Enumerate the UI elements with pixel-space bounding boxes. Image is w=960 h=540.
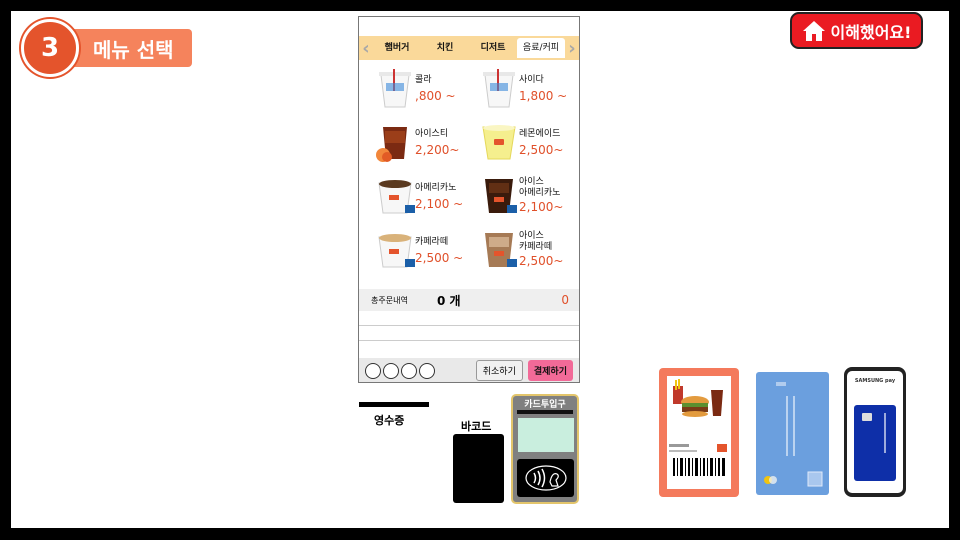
item-price: 2,500~ [519,143,564,157]
tab-dessert[interactable]: 디저트 [469,38,517,58]
receipt-label: 영수증 [374,414,405,427]
item-name: 아이스 아메리카노 [519,177,561,198]
barcode-reader[interactable] [453,434,504,503]
smartphone[interactable]: SAMSUNG pay [844,367,906,497]
order-label: 총주문내역 [371,295,408,305]
iced-cafe-latte-cup-icon [485,233,517,267]
receipt-slot [359,402,429,407]
step-label: 메뉴 선택 [73,29,192,67]
tab-prev-arrow-icon[interactable]: ‹ [359,38,373,59]
menu-item-iced-americano[interactable]: 아이스 아메리카노 2,100~ [471,173,575,223]
tab-drinks-coffee[interactable]: 음료/커피 [517,38,565,58]
understood-label: 이해했어요! [830,22,912,42]
item-name: 아이스티 [415,129,449,139]
page-dot [401,362,417,379]
cola-cup-icon [379,69,411,108]
menu-item-americano[interactable]: 아메리카노 2,100 ~ [367,173,471,223]
order-list [359,325,579,341]
coupon-inner [667,376,731,489]
menu-item-lemonade[interactable]: 레몬에이드 2,500~ [471,119,575,169]
step-badge: 3 메뉴 선택 [21,19,192,77]
tab-next-arrow-icon[interactable]: › [565,38,579,59]
card-slot-label: 카드투입구 [524,400,566,410]
kiosk-screen: ‹ 햄버거 치킨 디저트 음료/커피 › 콜라 ,800 ~ 사이다 1,800… [358,16,580,383]
page-indicator [365,362,435,379]
home-icon [802,20,825,41]
item-price: 2,500~ [519,254,564,268]
cancel-button[interactable]: 취소하기 [475,360,523,381]
item-price: 2,200~ [415,143,460,157]
item-name: 사이다 [519,75,544,85]
phone-screen: SAMSUNG pay [847,371,903,493]
page-dot [419,362,435,379]
nfc-pad[interactable] [517,459,574,497]
kiosk-bottom-bar: 취소하기 결제하기 [359,358,579,382]
item-name: 아이스 카페라떼 [519,231,553,252]
order-total: 0 [561,293,569,307]
card-insert-slot[interactable] [517,410,573,414]
item-name: 콜라 [415,75,432,85]
tab-burger[interactable]: 햄버거 [373,38,421,58]
menu-item-iced-tea[interactable]: 아이스티 2,200~ [367,119,471,169]
lemonade-cup-icon [482,125,516,160]
page-dot [383,362,399,379]
credit-card[interactable] [756,372,829,495]
category-tabs: ‹ 햄버거 치킨 디저트 음료/커피 › [359,36,579,60]
item-name: 아메리카노 [415,183,457,193]
menu-item-cider[interactable]: 사이다 1,800 ~ [471,65,575,115]
contactless-icon [524,465,567,491]
menu-item-cafe-latte[interactable]: 카페라떼 2,500 ~ [367,227,471,277]
understood-button[interactable]: 이해했어요! [790,12,923,49]
barcode-label: 바코드 [461,420,492,433]
order-summary-bar: 총주문내역 0 개 0 [359,289,579,311]
item-price: ,800 ~ [415,89,456,103]
credit-card-details-icon [764,382,823,487]
iced-americano-cup-icon [485,179,517,213]
cider-cup-icon [483,69,515,108]
phone-pay-card [854,405,896,481]
page-dot [365,362,381,379]
menu-item-cola[interactable]: 콜라 ,800 ~ [367,65,471,115]
pay-button[interactable]: 결제하기 [527,360,573,381]
coupon-barcode-icon [669,444,727,476]
burger-set-image-icon [673,379,723,417]
barcode-coupon-card[interactable] [659,368,739,497]
iced-tea-glass-icon [376,127,407,162]
item-name: 레몬에이드 [519,129,561,139]
tab-chicken[interactable]: 치킨 [421,38,469,58]
item-price: 2,100~ [519,200,564,214]
cafe-latte-cup-icon [378,234,415,268]
card-reader[interactable]: 카드투입구 [511,394,579,504]
order-count: 0 개 [437,293,461,308]
item-price: 2,500 ~ [415,251,464,265]
phone-brand: SAMSUNG pay [854,378,896,384]
item-price: 1,800 ~ [519,89,568,103]
card-reader-screen [518,418,574,452]
item-name: 카페라떼 [415,237,449,247]
menu-item-iced-cafe-latte[interactable]: 아이스 카페라떼 2,500~ [471,227,575,277]
card-chip-icon [862,413,886,453]
step-number: 3 [21,19,79,77]
americano-cup-icon [378,180,415,214]
item-price: 2,100 ~ [415,197,464,211]
